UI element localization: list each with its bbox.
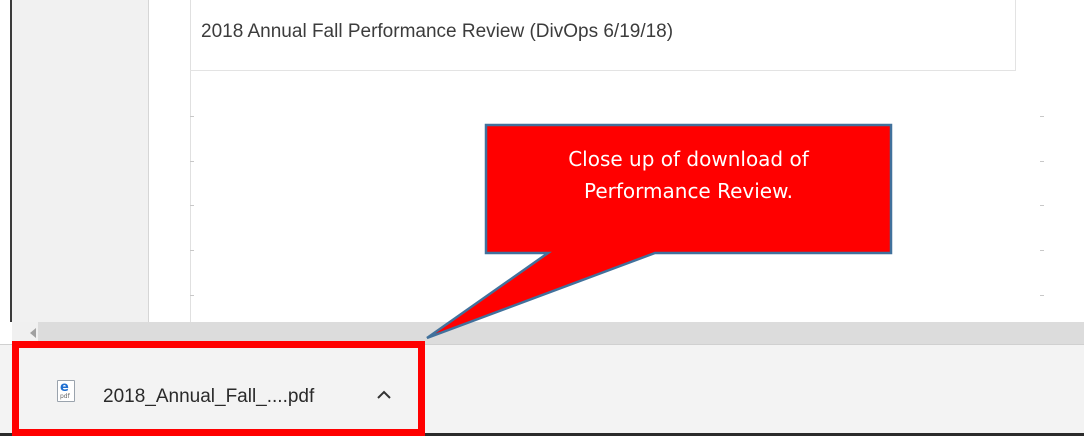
pdf-file-icon: e pdf — [57, 380, 75, 402]
download-item[interactable]: e pdf 2018_Annual_Fall_....pdf — [12, 341, 425, 436]
grid-tick — [1040, 205, 1044, 206]
gutter-divider — [148, 0, 149, 322]
table-row[interactable]: 2018 Annual Fall Performance Review (Div… — [190, 0, 1015, 71]
grid-tick — [1040, 250, 1044, 251]
left-gutter — [12, 0, 148, 322]
grid-tick — [190, 295, 194, 296]
performance-review-title[interactable]: 2018 Annual Fall Performance Review (Div… — [201, 21, 673, 43]
callout-line-2: Performance Review. — [584, 179, 793, 203]
arrow-left-icon — [30, 328, 36, 338]
callout-text: Close up of download of Performance Revi… — [486, 143, 891, 207]
grid-tick — [1040, 116, 1044, 117]
table-column-divider — [1015, 0, 1016, 71]
callout-line-1: Close up of download of — [568, 147, 809, 171]
grid-tick — [1040, 161, 1044, 162]
download-file-name[interactable]: 2018_Annual_Fall_....pdf — [103, 386, 314, 408]
grid-tick — [190, 205, 194, 206]
grid-tick — [190, 250, 194, 251]
grid-tick — [190, 161, 194, 162]
grid-tick — [190, 116, 194, 117]
chevron-up-icon[interactable] — [374, 386, 394, 404]
grid-tick — [1040, 295, 1044, 296]
